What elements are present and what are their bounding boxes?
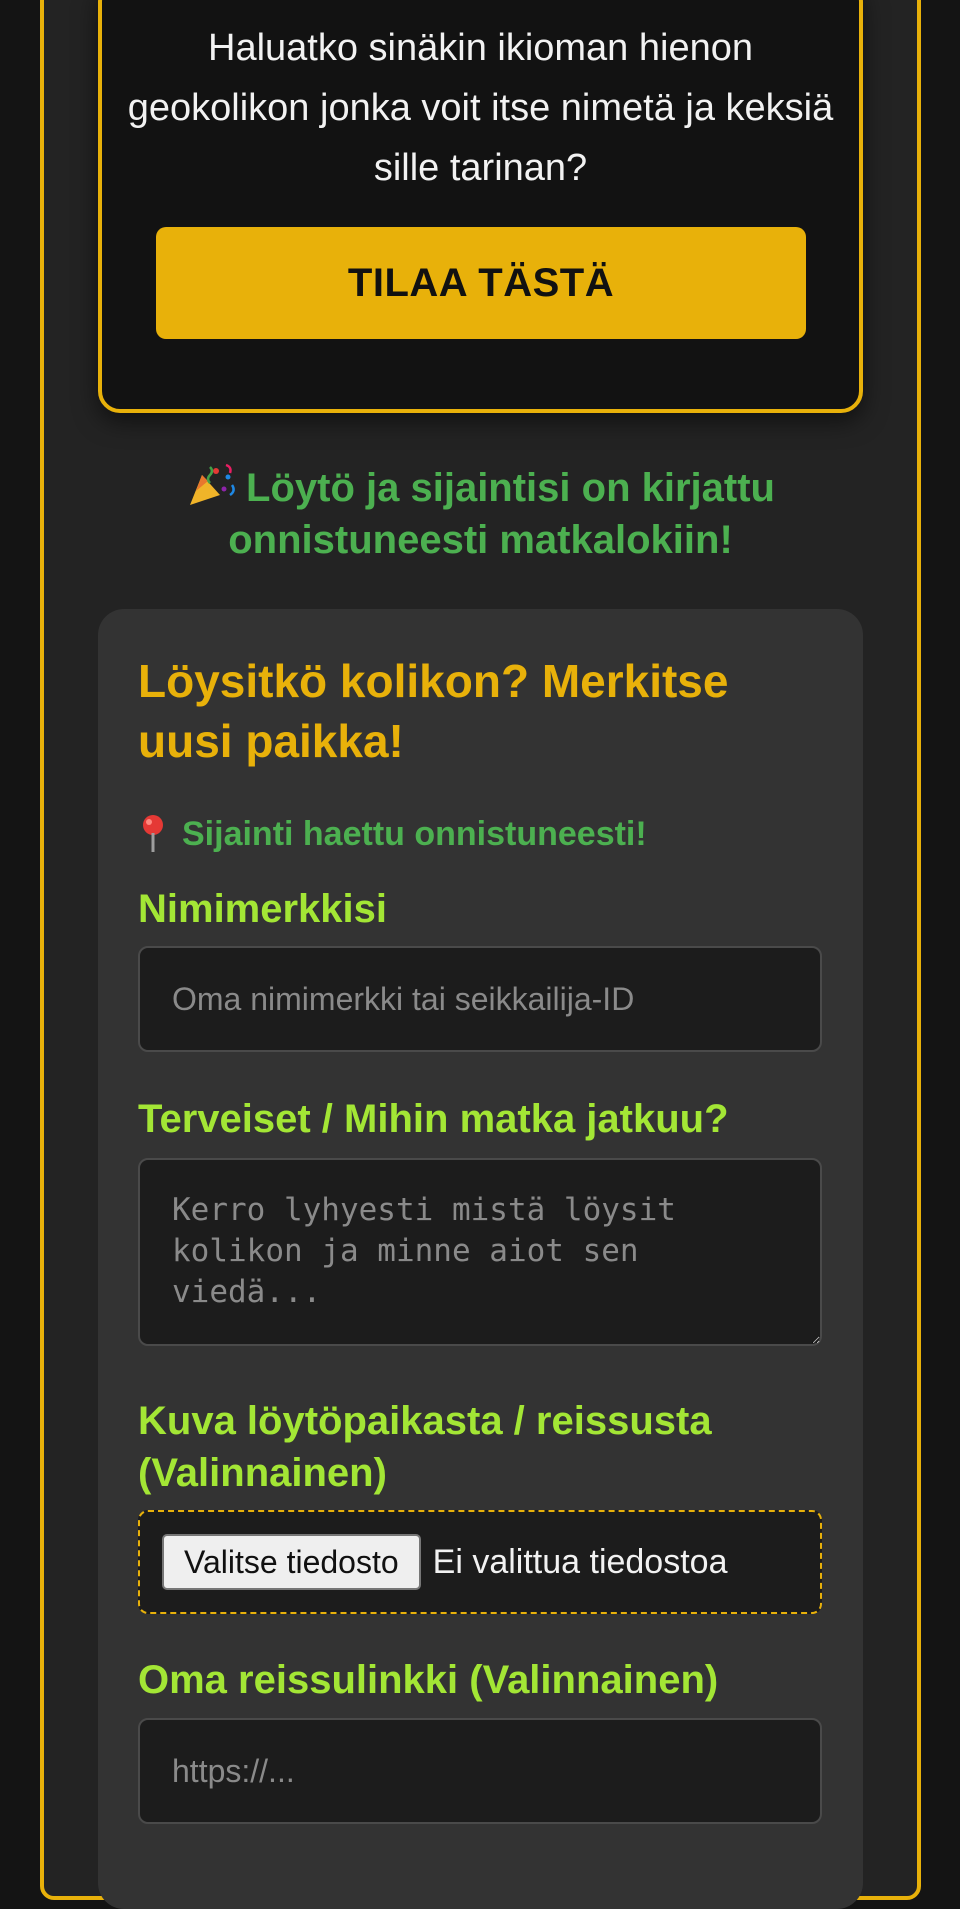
pushpin-icon [143, 815, 163, 852]
trip-link-label: Oma reissulinkki (Valinnainen) [138, 1658, 719, 1702]
nickname-label: Nimimerkkisi [138, 887, 388, 931]
party-popper-icon [190, 463, 235, 505]
success-banner: Löytö ja sijaintisi on kirjattu onnistun… [98, 462, 863, 566]
greetings-label: Terveiset / Mihin matka jatkuu? [138, 1097, 729, 1141]
trip-link-input[interactable] [138, 1718, 822, 1824]
promo-text: Haluatko sinäkin ikioman hienon geokolik… [127, 27, 834, 189]
success-message: Löytö ja sijaintisi on kirjattu onnistun… [228, 466, 775, 562]
photo-file-input[interactable]: Valitse tiedosto Ei valittua tiedostoa [138, 1510, 822, 1614]
file-status: Ei valittua tiedostoa [432, 1542, 728, 1581]
greetings-textarea[interactable] [138, 1158, 822, 1346]
choose-file-button[interactable]: Valitse tiedosto [162, 1534, 421, 1590]
form-title: Löysitkö kolikon? Merkitse uusi paikka! [138, 655, 729, 767]
photo-label: Kuva löytöpaikasta / reissusta (Valinnai… [138, 1399, 712, 1495]
find-form: Löysitkö kolikon? Merkitse uusi paikka! … [98, 609, 863, 1909]
nickname-input[interactable] [138, 946, 822, 1052]
order-button[interactable]: TILAA TÄSTÄ [156, 227, 806, 339]
location-status: Sijainti haettu onnistuneesti! [138, 812, 647, 856]
promo-card: Haluatko sinäkin ikioman hienon geokolik… [98, 0, 863, 413]
location-status-text: Sijainti haettu onnistuneesti! [182, 815, 647, 853]
